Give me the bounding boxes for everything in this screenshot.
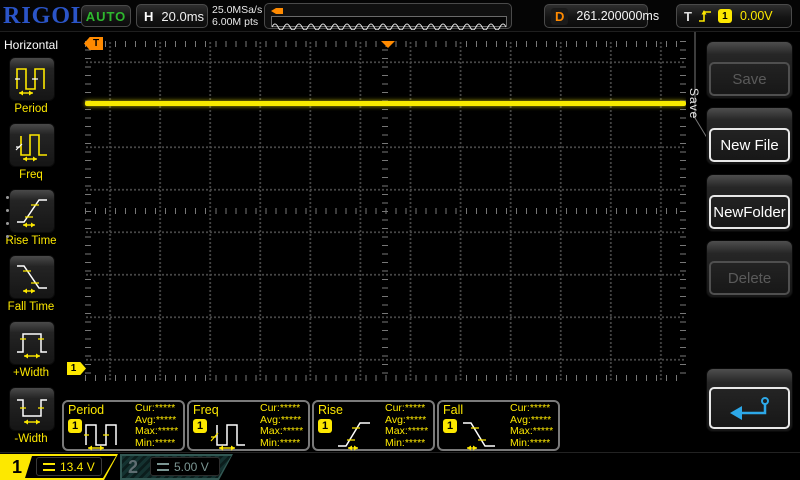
measurement-channel-badge: 1 [193, 419, 207, 433]
grid-left-ticks [85, 41, 91, 381]
menu-item-freq[interactable] [9, 123, 55, 167]
menu-label-pos-width: +Width [0, 367, 62, 379]
menu-item-pos-width[interactable] [9, 321, 55, 365]
measurement-cur: Cur:***** [260, 403, 303, 415]
softkey-save-label: Save [709, 62, 790, 96]
memory-depth: 6.00M pts [212, 16, 262, 28]
menu-scroll-dot [6, 222, 9, 225]
softkey-return[interactable] [706, 368, 793, 432]
measurement-cur: Cur:***** [135, 403, 178, 415]
rise-time-icon [15, 194, 49, 228]
dc-coupling-icon [43, 463, 55, 471]
channel1-trace [85, 101, 686, 106]
t-label: T [684, 9, 692, 24]
measurement-max: Max:***** [135, 426, 178, 438]
measurement-min: Min:***** [135, 438, 178, 450]
measurement-cur: Cur:***** [385, 403, 428, 415]
measure-menu-title: Horizontal [0, 38, 62, 52]
measurement-max: Max:***** [510, 426, 553, 438]
oscilloscope-screen: RIGOL AUTO H 20.0ms 25.0MSa/s 6.00M pts … [0, 0, 800, 480]
fall-waveform-icon [459, 415, 503, 451]
plus-width-icon [15, 326, 49, 360]
delay-value: 261.200000ms [576, 9, 659, 23]
top-status-bar: RIGOL AUTO H 20.0ms 25.0MSa/s 6.00M pts … [0, 0, 800, 32]
menu-label-rise-time: Rise Time [0, 235, 62, 247]
channel1-scale-box: 13.4 V [36, 457, 102, 476]
channel2-scale-box: 5.00 V [150, 457, 220, 476]
orange-left-arrow-icon [270, 6, 284, 16]
fall-time-icon [15, 260, 49, 294]
period-waveform-icon [84, 415, 128, 451]
softkey-new-folder-label: NewFolder [709, 195, 790, 229]
softkey-new-folder[interactable]: NewFolder [706, 174, 793, 232]
menu-label-fall-time: Fall Time [0, 301, 62, 313]
trigger-level-value: 0.00V [740, 9, 773, 23]
rising-edge-icon [698, 8, 712, 24]
h-label: H [144, 9, 153, 24]
minus-width-icon [15, 392, 49, 426]
menu-label-neg-width: -Width [0, 433, 62, 445]
softkey-delete-label: Delete [709, 261, 790, 295]
menu-item-period[interactable] [9, 57, 55, 101]
menu-label-freq: Freq [0, 169, 62, 181]
save-softkey-menu: Save Save New File NewFolder Delete [686, 32, 800, 452]
measurement-panel-fall[interactable]: Fall 1 Cur:***** Avg:***** Max:***** Min… [437, 400, 560, 451]
channel1-tab[interactable]: 1 13.4 V [0, 454, 118, 480]
acquisition-info: 25.0MSa/s 6.00M pts [212, 4, 262, 28]
measurement-channel-badge: 1 [443, 419, 457, 433]
measurement-panel-freq[interactable]: Freq 1 Cur:***** Avg:***** Max:***** Min… [187, 400, 310, 451]
grid-center-vertical-ticks [382, 41, 388, 381]
measure-menu-sidebar: Horizontal Period Freq [0, 33, 62, 452]
d-label: D [551, 8, 568, 25]
measurement-cur: Cur:***** [510, 403, 553, 415]
menu-tab-title: Save [687, 88, 701, 119]
channel2-number: 2 [128, 456, 138, 478]
channel2-tab[interactable]: 2 5.00 V [120, 454, 233, 480]
sample-rate: 25.0MSa/s [212, 4, 262, 16]
menu-scroll-dot [6, 196, 9, 199]
measurement-min: Min:***** [260, 438, 303, 450]
freq-icon [15, 128, 49, 162]
softkey-delete[interactable]: Delete [706, 240, 793, 298]
menu-item-fall-time[interactable] [9, 255, 55, 299]
menu-label-period: Period [0, 103, 62, 115]
measurement-channel-badge: 1 [318, 419, 332, 433]
channel1-scale: 13.4 V [60, 460, 95, 474]
measurement-channel-badge: 1 [68, 419, 82, 433]
softkey-new-file[interactable]: New File [706, 107, 793, 165]
dc-coupling-icon [157, 463, 169, 471]
measurement-min: Min:***** [385, 438, 428, 450]
freq-waveform-icon [209, 415, 253, 451]
trigger-readout-box[interactable]: T 1 0.00V [676, 4, 792, 28]
channel-status-bar: 1 13.4 V 2 5.00 V [0, 452, 800, 480]
run-status-button[interactable]: AUTO [81, 5, 131, 27]
channel1-offset-marker[interactable]: 1 [67, 362, 86, 375]
menu-scroll-dot [6, 235, 9, 238]
channel2-scale: 5.00 V [174, 460, 209, 474]
run-status-label: AUTO [86, 9, 127, 24]
waveform-display-grid [85, 41, 686, 381]
timebase-value: 20.0ms [161, 9, 204, 24]
menu-item-rise-time[interactable] [9, 189, 55, 233]
trigger-position-marker[interactable] [381, 41, 395, 48]
measurement-max: Max:***** [260, 426, 303, 438]
waveform-memory-preview[interactable] [264, 3, 512, 29]
trigger-source-badge: 1 [718, 9, 732, 23]
measurement-panel-period[interactable]: Period 1 Cur:***** Avg:***** Max:***** M… [62, 400, 185, 451]
menu-item-neg-width[interactable] [9, 387, 55, 431]
period-icon [15, 62, 49, 96]
back-arrow-icon [728, 395, 772, 421]
menu-scroll-dot [6, 209, 9, 212]
horizontal-timebase-box[interactable]: H 20.0ms [136, 4, 208, 28]
measurement-max: Max:***** [385, 426, 428, 438]
rigol-logo: RIGOL [3, 3, 88, 30]
softkey-new-file-label: New File [709, 128, 790, 162]
delay-readout-box[interactable]: D 261.200000ms [544, 4, 648, 28]
memory-waveform-strip [271, 16, 507, 27]
measurement-panel-rise[interactable]: Rise 1 Cur:***** Avg:***** Max:***** Min… [312, 400, 435, 451]
softkey-save[interactable]: Save [706, 41, 793, 99]
rise-waveform-icon [334, 415, 378, 451]
measurement-min: Min:***** [510, 438, 553, 450]
